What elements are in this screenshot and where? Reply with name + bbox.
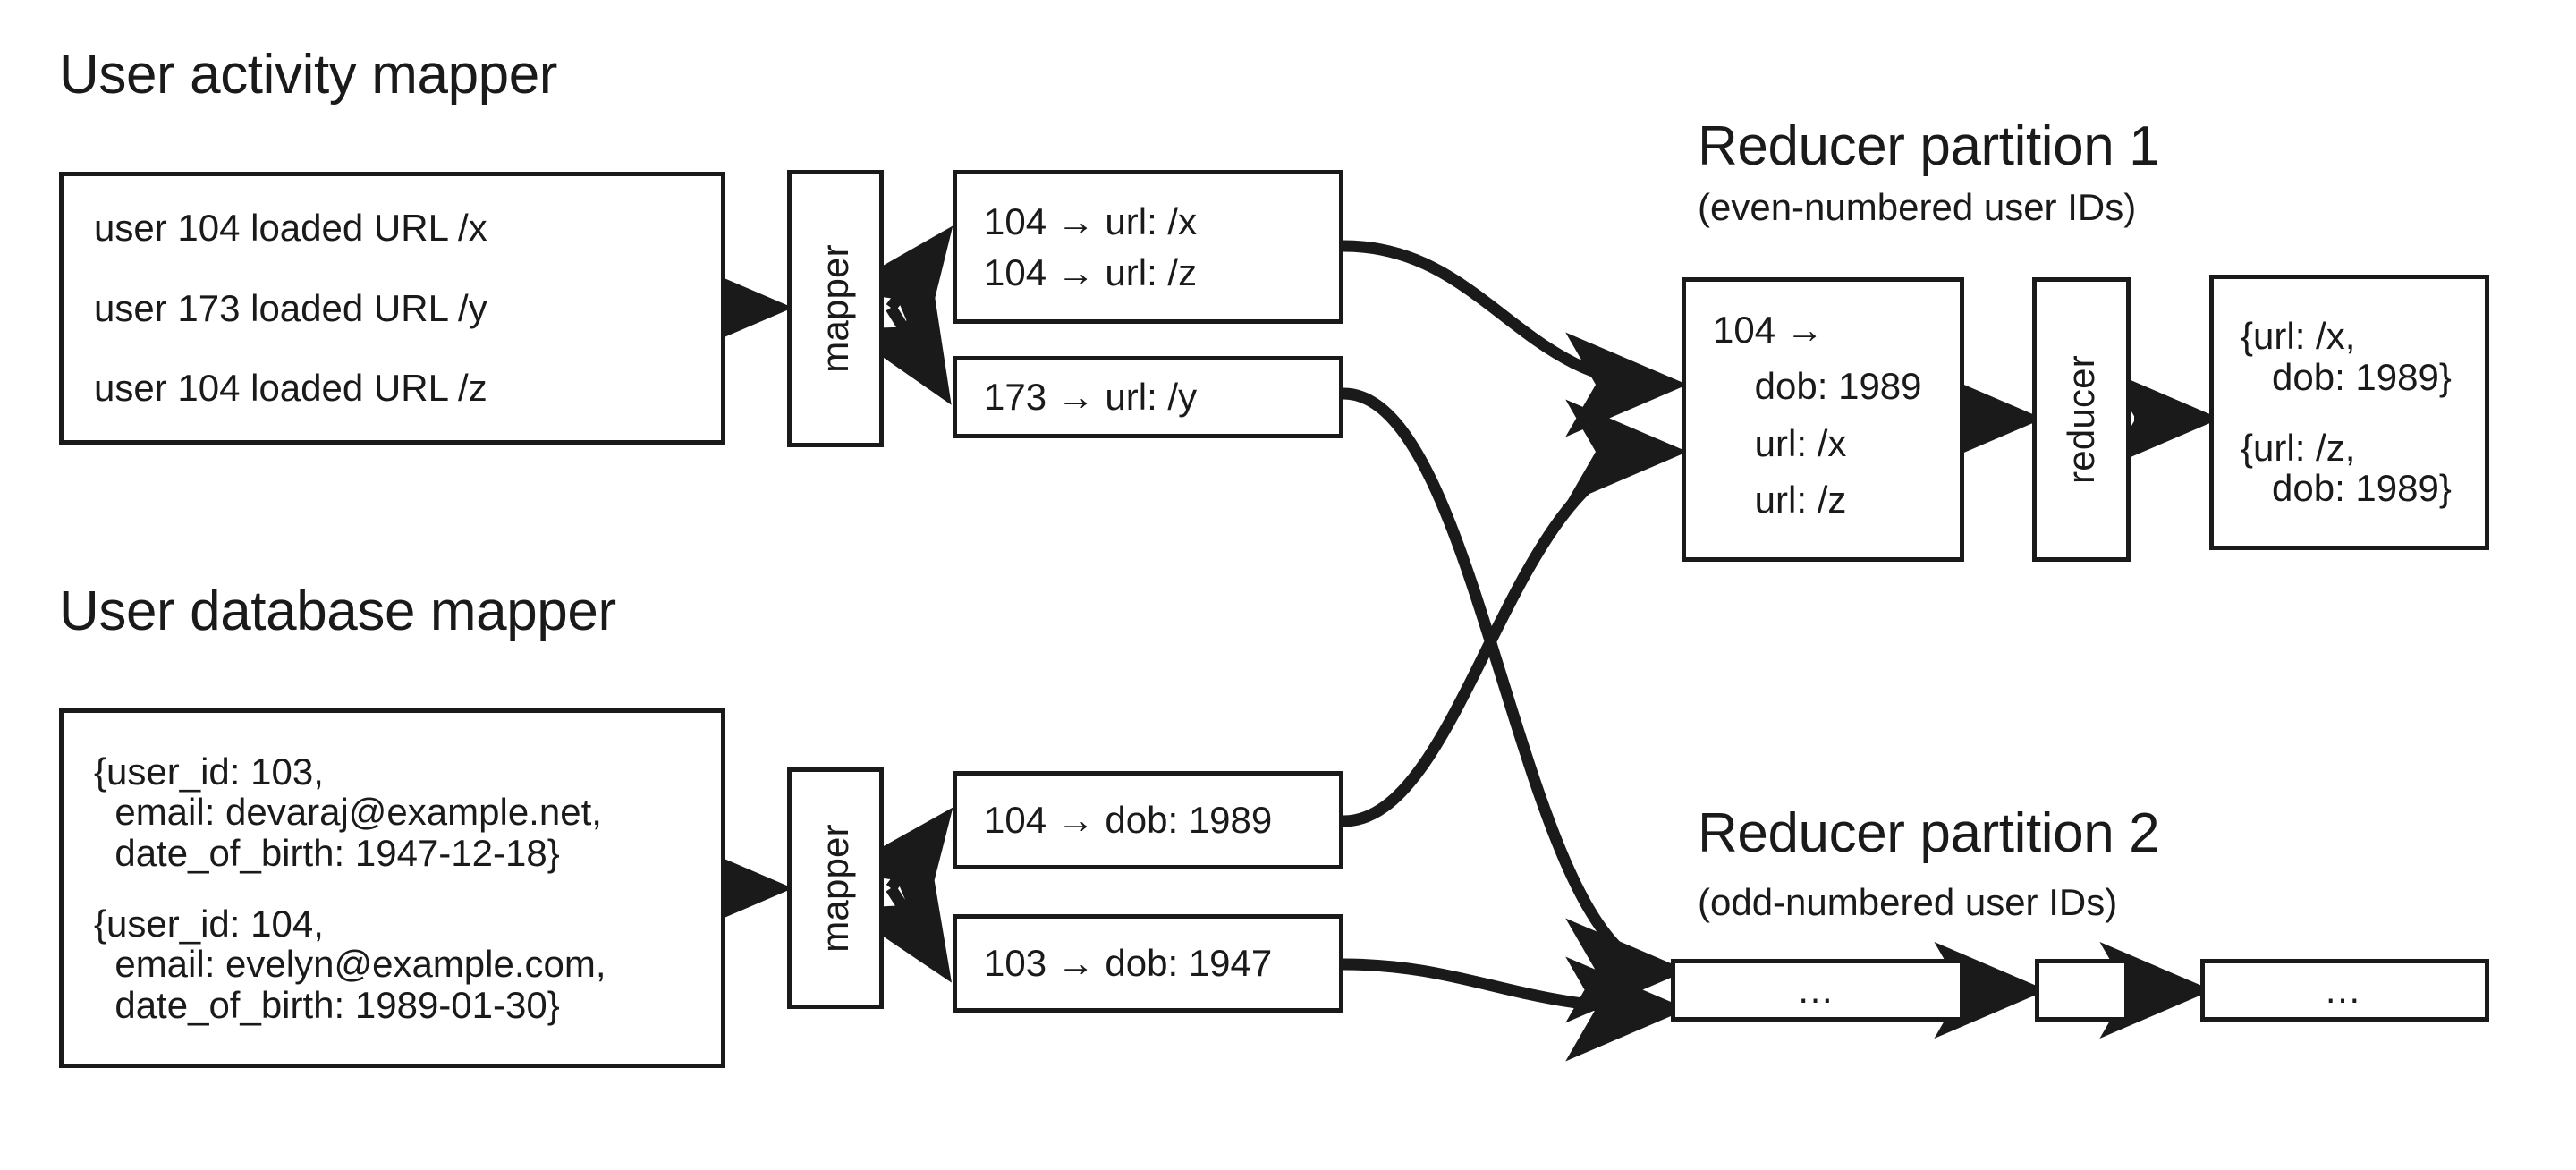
activity-input-line-2: user 173 loaded URL /y xyxy=(94,286,487,329)
activity-input-box: user 104 loaded URL /x user 173 loaded U… xyxy=(59,172,725,445)
database-output-box-1: 104 → dob: 1989 xyxy=(953,771,1343,869)
partition1-input-line-3: url: /x xyxy=(1713,421,1847,464)
database-input-r1-line-2: email: devaraj@example.net, xyxy=(94,791,602,834)
activity-input-line-3: user 104 loaded URL /z xyxy=(94,367,487,410)
partition2-reducer-input-box: … xyxy=(1671,959,1964,1022)
activity-output-box-1: 104 → url: /x 104 → url: /z xyxy=(953,170,1343,324)
arrow-mapper-to-activity-output-1 xyxy=(837,225,953,355)
heading-user-activity-mapper: User activity mapper xyxy=(59,44,558,106)
database-output-box-2: 103 → dob: 1947 xyxy=(953,914,1343,1013)
activity-output-2-line-1: 173 → url: /y xyxy=(984,376,1198,419)
database-output-1-line-1: 104 → dob: 1989 xyxy=(984,799,1273,842)
database-mapper-label: mapper xyxy=(814,824,857,953)
partition2-output-ellipsis: … xyxy=(2324,969,2366,1011)
partition2-reducer-output-box: … xyxy=(2200,959,2489,1022)
database-input-r2-line-2: email: evelyn@example.com, xyxy=(94,943,606,986)
partition1-input-line-4: url: /z xyxy=(1713,479,1847,521)
arrow-mapper-to-database-output-2 xyxy=(841,852,952,983)
activity-output-box-2: 173 → url: /y xyxy=(953,356,1343,438)
partition1-output-g1-line-2: dob: 1989} xyxy=(2241,355,2452,398)
partition1-output-g2-line-2: dob: 1989} xyxy=(2241,467,2452,510)
partition1-output-g1-line-1: {url: /x, xyxy=(2241,315,2356,358)
shuffle-curve-activity-odd xyxy=(1343,387,1688,1023)
heading-reducer-partition-2: Reducer partition 2 xyxy=(1698,802,2160,864)
diagram-canvas: User activity mapper User database mappe… xyxy=(0,0,2576,1170)
partition2-input-ellipsis: … xyxy=(1796,969,1839,1011)
arrow-mapper-to-activity-output-2 xyxy=(842,273,952,405)
subheading-reducer-partition-1: (even-numbered user IDs) xyxy=(1698,186,2137,228)
activity-output-1-line-1: 104 → url: /x xyxy=(984,199,1198,242)
activity-mapper-label: mapper xyxy=(814,244,857,373)
partition1-reducer-box: reducer xyxy=(2032,277,2131,562)
partition1-reducer-input-box: 104 → dob: 1989 url: /x url: /z xyxy=(1682,277,1964,562)
shuffle-curve-database-odd xyxy=(1343,956,1688,1062)
database-input-r1-line-1: {user_id: 103, xyxy=(94,750,324,793)
database-input-r2-line-1: {user_id: 104, xyxy=(94,903,324,945)
partition2-reducer-box xyxy=(2035,959,2129,1022)
partition1-input-line-1: 104 → xyxy=(1713,309,1824,351)
shuffle-curve-database-even xyxy=(1343,399,1688,827)
database-input-box: {user_id: 103, email: devaraj@example.ne… xyxy=(59,708,725,1068)
arrow-mapper-to-database-output-1 xyxy=(836,807,953,937)
subheading-reducer-partition-2: (odd-numbered user IDs) xyxy=(1698,881,2118,923)
partition1-input-line-2: dob: 1989 xyxy=(1713,365,1922,408)
partition1-output-g2-line-1: {url: /z, xyxy=(2241,427,2356,469)
database-output-2-line-1: 103 → dob: 1947 xyxy=(984,942,1273,985)
partition1-reducer-output-box: {url: /x, dob: 1989} {url: /z, dob: 1989… xyxy=(2209,275,2489,550)
shuffle-curve-activity-even xyxy=(1343,240,1688,437)
activity-output-1-line-2: 104 → url: /z xyxy=(984,251,1198,293)
activity-mapper-box: mapper xyxy=(787,170,884,447)
heading-reducer-partition-1: Reducer partition 1 xyxy=(1698,115,2160,177)
heading-user-database-mapper: User database mapper xyxy=(59,581,616,642)
partition1-reducer-label: reducer xyxy=(2060,355,2102,484)
database-input-r2-line-3: date_of_birth: 1989-01-30} xyxy=(94,983,560,1026)
database-input-r1-line-3: date_of_birth: 1947-12-18} xyxy=(94,831,560,874)
database-mapper-box: mapper xyxy=(787,767,884,1009)
activity-input-line-1: user 104 loaded URL /x xyxy=(94,207,487,250)
partition1-output-group-gap xyxy=(2241,397,2458,428)
database-input-record-gap xyxy=(94,873,691,903)
